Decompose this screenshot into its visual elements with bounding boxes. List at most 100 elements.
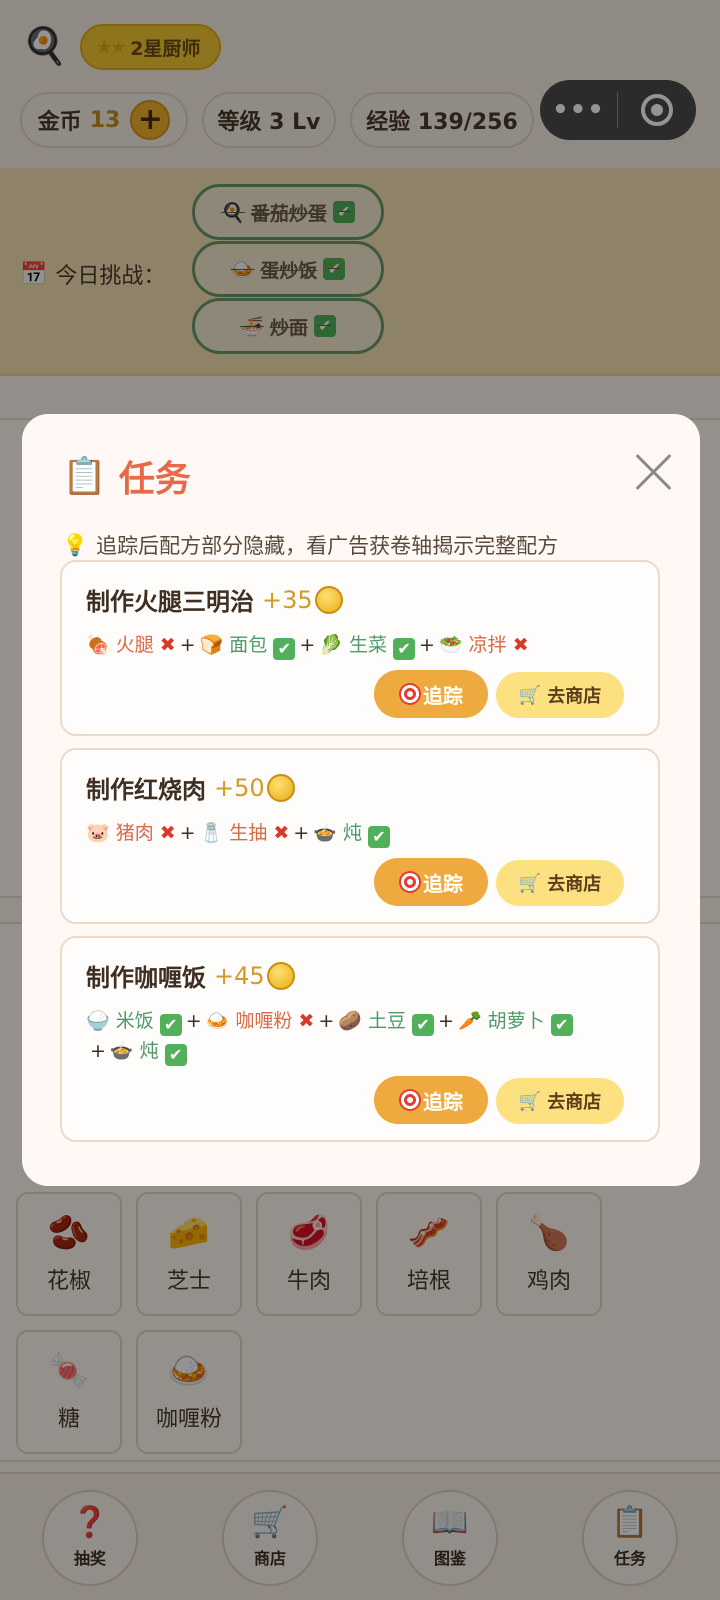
modal-hint: 💡 追踪后配方部分隐藏，看广告获卷轴揭示完整配方 bbox=[62, 530, 558, 560]
target-icon bbox=[399, 683, 421, 705]
track-button-label: 追踪 bbox=[423, 683, 463, 708]
ingredient-requirement: 🍚 米饭 ✔ bbox=[86, 1010, 182, 1036]
track-button[interactable]: 追踪 bbox=[374, 670, 488, 718]
coin-icon bbox=[314, 585, 343, 614]
lightbulb-icon: 💡 bbox=[62, 532, 89, 557]
clipboard-icon: 📋 bbox=[62, 456, 107, 497]
check-icon: ✔ bbox=[273, 638, 296, 660]
ingredient-icon: 🍲 bbox=[109, 1040, 140, 1062]
plus-separator: + bbox=[179, 634, 196, 656]
plus-separator: + bbox=[179, 822, 196, 844]
target-icon bbox=[399, 871, 421, 893]
task-card: 制作咖喱饭 +45 🍚 米饭 ✔ + 🍛 咖喱粉 ✖ + 🥔 土豆 ✔ + 🥕 胡萝卜 ✔+… bbox=[60, 936, 660, 1142]
task-ingredients: 🐷 猪肉 ✖ + 🧂 生抽 ✖ + 🍲 炖 ✔ bbox=[86, 818, 638, 848]
close-button[interactable] bbox=[632, 450, 676, 494]
task-reward: +35 bbox=[262, 585, 313, 614]
coin-icon bbox=[266, 961, 295, 990]
ingredient-requirement: 🥬 生菜 ✔ bbox=[319, 634, 416, 660]
ingredient-requirement-name: 炖 bbox=[342, 822, 368, 844]
ingredient-icon: 🍛 bbox=[205, 1010, 236, 1032]
task-modal: 📋 任务 💡 追踪后配方部分隐藏，看广告获卷轴揭示完整配方 制作火腿三明治 +3… bbox=[22, 414, 700, 1186]
check-icon: ✔ bbox=[393, 638, 416, 660]
check-icon: ✔ bbox=[367, 826, 390, 848]
ingredient-requirement: 🥕 胡萝卜 ✔ bbox=[457, 1010, 573, 1036]
ingredient-requirement: 🥗 凉拌 ✖ bbox=[439, 634, 529, 656]
go-shop-button-label: 去商店 bbox=[547, 686, 602, 707]
plus-separator: + bbox=[318, 1010, 335, 1032]
task-title-text: 制作火腿三明治 bbox=[86, 588, 254, 616]
ingredient-requirement-name: 土豆 bbox=[367, 1010, 413, 1032]
ingredient-requirement-name: 面包 bbox=[229, 634, 274, 656]
modal-title-text: 任务 bbox=[118, 459, 191, 500]
coin-icon bbox=[266, 773, 295, 802]
modal-title: 📋 任务 bbox=[62, 450, 191, 502]
check-icon: ✔ bbox=[159, 1014, 182, 1036]
ingredient-icon: 🍲 bbox=[313, 822, 343, 844]
task-reward: +50 bbox=[214, 773, 265, 802]
ingredient-requirement: 🥔 土豆 ✔ bbox=[338, 1010, 435, 1036]
plus-separator: + bbox=[185, 1010, 202, 1032]
task-title: 制作咖喱饭 +45 bbox=[86, 958, 295, 993]
ingredient-icon: 🍖 bbox=[86, 634, 116, 656]
ingredient-icon: 🥬 bbox=[319, 634, 349, 656]
cart-icon: 🛒 bbox=[518, 872, 542, 894]
ingredient-requirement-name: 米饭 bbox=[115, 1010, 160, 1032]
ingredient-requirement: 🍖 火腿 ✖ bbox=[86, 634, 176, 656]
plus-separator: + bbox=[419, 634, 435, 656]
check-icon: ✔ bbox=[164, 1044, 187, 1066]
task-ingredients: 🍚 米饭 ✔ + 🍛 咖喱粉 ✖ + 🥔 土豆 ✔ + 🥕 胡萝卜 ✔+ 🍲 炖 ✔ bbox=[86, 1006, 638, 1066]
ingredient-requirement-name: 生抽 bbox=[229, 822, 274, 844]
ingredient-requirement: 🍲 炖 ✔ bbox=[313, 822, 390, 848]
plus-separator: + bbox=[438, 1010, 454, 1032]
ingredient-icon: 🧂 bbox=[199, 822, 230, 844]
ingredient-icon: 🥔 bbox=[338, 1010, 368, 1032]
ingredient-icon: 🍚 bbox=[86, 1010, 116, 1032]
task-card: 制作火腿三明治 +35 🍖 火腿 ✖ + 🍞 面包 ✔ + 🥬 生菜 ✔ + 🥗 凉拌 ✖ … bbox=[60, 560, 660, 736]
task-reward: +45 bbox=[214, 961, 265, 990]
ingredient-requirement: 🍞 面包 ✔ bbox=[199, 634, 296, 660]
plus-separator: + bbox=[293, 822, 310, 844]
ingredient-icon: 🥕 bbox=[457, 1010, 488, 1032]
task-title: 制作红烧肉 +50 bbox=[86, 770, 295, 805]
ingredient-requirement-name: 猪肉 bbox=[115, 822, 160, 844]
task-ingredients: 🍖 火腿 ✖ + 🍞 面包 ✔ + 🥬 生菜 ✔ + 🥗 凉拌 ✖ bbox=[86, 630, 638, 660]
plus-separator: + bbox=[90, 1040, 106, 1062]
ingredient-requirement: 🧂 生抽 ✖ bbox=[200, 822, 290, 844]
track-button-label: 追踪 bbox=[423, 1089, 463, 1114]
cross-icon: ✖ bbox=[159, 634, 176, 656]
cross-icon: ✖ bbox=[159, 822, 176, 844]
go-shop-button-label: 去商店 bbox=[547, 874, 602, 895]
ingredient-requirement-name: 凉拌 bbox=[468, 634, 513, 656]
check-icon: ✔ bbox=[412, 1014, 435, 1036]
track-button[interactable]: 追踪 bbox=[374, 858, 488, 906]
plus-separator: + bbox=[299, 634, 316, 656]
modal-hint-text: 追踪后配方部分隐藏，看广告获卷轴揭示完整配方 bbox=[96, 534, 559, 558]
cart-icon: 🛒 bbox=[518, 1090, 542, 1112]
ingredient-requirement: 🐷 猪肉 ✖ bbox=[86, 822, 176, 844]
track-button[interactable]: 追踪 bbox=[374, 1076, 488, 1124]
ingredient-requirement-name: 咖喱粉 bbox=[235, 1010, 299, 1032]
cart-icon: 🛒 bbox=[518, 684, 542, 706]
ingredient-requirement: 🍛 咖喱粉 ✖ bbox=[206, 1010, 315, 1032]
go-shop-button-label: 去商店 bbox=[547, 1092, 602, 1113]
task-title: 制作火腿三明治 +35 bbox=[86, 582, 343, 617]
ingredient-requirement: 🍲 炖 ✔ bbox=[109, 1040, 187, 1066]
go-shop-button[interactable]: 🛒 去商店 bbox=[496, 672, 624, 718]
target-icon bbox=[399, 1089, 421, 1111]
go-shop-button[interactable]: 🛒 去商店 bbox=[496, 1078, 624, 1124]
task-title-text: 制作红烧肉 bbox=[86, 776, 206, 804]
cross-icon: ✖ bbox=[298, 1010, 315, 1032]
ingredient-requirement-name: 生菜 bbox=[348, 634, 394, 656]
ingredient-icon: 🐷 bbox=[86, 822, 116, 844]
ingredient-requirement-name: 炖 bbox=[139, 1040, 165, 1062]
track-button-label: 追踪 bbox=[423, 871, 463, 896]
go-shop-button[interactable]: 🛒 去商店 bbox=[496, 860, 624, 906]
cross-icon: ✖ bbox=[512, 634, 529, 656]
ingredient-icon: 🥗 bbox=[438, 634, 469, 656]
ingredient-requirement-name: 火腿 bbox=[115, 634, 160, 656]
cross-icon: ✖ bbox=[273, 822, 290, 844]
task-title-text: 制作咖喱饭 bbox=[86, 964, 206, 992]
check-icon: ✔ bbox=[550, 1014, 573, 1036]
ingredient-icon: 🍞 bbox=[199, 634, 230, 656]
ingredient-requirement-name: 胡萝卜 bbox=[487, 1010, 551, 1032]
